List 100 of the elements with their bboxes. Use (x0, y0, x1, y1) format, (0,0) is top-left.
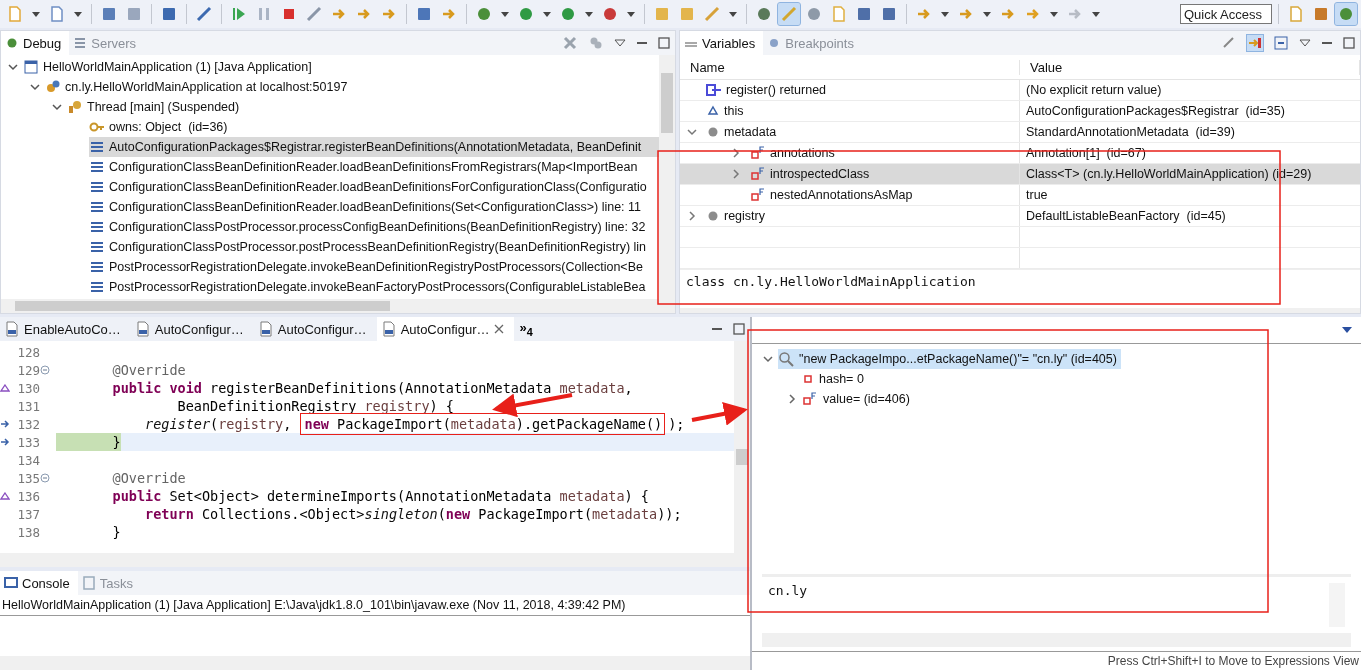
code-line: @Override (111, 362, 186, 378)
status-hint: Press Ctrl+Shift+I to Move to Expressions View (1107, 654, 1359, 668)
tree-item[interactable]: hash= 0 (802, 369, 868, 389)
line-number: 133 (16, 434, 40, 450)
remove-terminated-icon[interactable] (562, 35, 578, 51)
variable-name: nestedAnnotationsAsMap (770, 188, 913, 202)
view-menu-icon[interactable] (1299, 37, 1311, 49)
view-tab[interactable]: Console (0, 571, 78, 595)
stack-frame-icon (89, 259, 105, 275)
stack-frame-icon (89, 219, 105, 235)
more-tabs-button[interactable]: »$_{4}$ (513, 320, 539, 338)
chevron-icon[interactable] (7, 61, 19, 73)
caret-icon[interactable] (1092, 11, 1100, 17)
final-field-icon (802, 391, 818, 407)
stack-frame-icon (89, 179, 105, 195)
tree-item[interactable]: ConfigurationClassBeanDefinitionReader.loadBeanDefinitions(Set<ConfigurationClass>) line: 11 (89, 197, 659, 217)
annotation-arrow (691, 402, 748, 426)
fold-icon[interactable] (40, 473, 50, 483)
variable-row[interactable]: nestedAnnotationsAsMap true (680, 185, 1360, 206)
caret-icon[interactable] (1050, 11, 1058, 17)
private-field-icon (802, 373, 814, 385)
quick-access-field[interactable]: Quick Access (1180, 4, 1272, 24)
stack-pointer-icon (0, 419, 10, 429)
editor-tab[interactable]: AutoConfigur… (376, 317, 514, 341)
horizontal-scrollbar[interactable] (0, 656, 750, 670)
stack-frame-icon (89, 159, 105, 175)
maximize-icon[interactable] (733, 323, 745, 335)
maximize-icon[interactable] (1343, 37, 1355, 49)
variable-value: (No explicit return value) (1026, 83, 1162, 97)
variable-row[interactable]: metadata StandardAnnotationMetadata (id=39) (680, 122, 1360, 143)
variable-row[interactable]: this AutoConfigurationPackages$Registrar (id=35) (680, 101, 1360, 122)
line-number: 137 (16, 506, 40, 522)
code-line: @Override (111, 470, 186, 486)
console-title: HelloWorldMainApplication (1) [Java Application] E:\Java\jdk1.8.0_101\bin\javaw.exe (Nov 11, 2018, 4:39:42 PM) (0, 595, 750, 616)
tree-item[interactable]: HelloWorldMainApplication (1) [Java Application] (23, 57, 659, 77)
maximize-icon[interactable] (658, 37, 670, 49)
tree-item[interactable]: ConfigurationClassBeanDefinitionReader.loadBeanDefinitionsFromRegistrars(Map<ImportBean (89, 157, 659, 177)
view-tab[interactable]: Variables (680, 31, 764, 55)
variable-row[interactable]: registry DefaultListableBeanFactory (id=45) (680, 206, 1360, 227)
tree-item[interactable]: ConfigurationClassPostProcessor.processConfigBeanDefinitions(BeanDefinitionRegistry) line: 32 (89, 217, 659, 237)
dropdown-icon[interactable] (1341, 326, 1353, 334)
view-menu-icon[interactable] (614, 37, 626, 49)
caret-icon[interactable] (74, 11, 82, 17)
chevron-icon[interactable] (730, 168, 742, 180)
chevron-icon[interactable] (29, 81, 41, 93)
chevron-icon[interactable] (686, 126, 698, 138)
caret-icon[interactable] (585, 11, 593, 17)
stack-frame-icon (89, 139, 105, 155)
editor-tab[interactable]: AutoConfigur… (130, 317, 254, 341)
variable-name: metadata (724, 125, 777, 139)
tree-item[interactable]: ConfigurationClassPostProcessor.postProcessBeanDefinitionRegistry(BeanDefinitionRegistry) lin (89, 237, 659, 257)
caret-icon[interactable] (983, 11, 991, 17)
class-file-icon (257, 321, 274, 337)
caret-icon[interactable] (501, 11, 509, 17)
chevron-icon[interactable] (762, 353, 774, 365)
editor-tab[interactable]: AutoConfigur… (253, 317, 377, 341)
final-field-icon (750, 187, 766, 203)
class-file-icon (4, 321, 20, 337)
horizontal-scrollbar[interactable] (1, 299, 675, 313)
stack-frame-icon (89, 239, 105, 255)
variable-name: introspectedClass (770, 167, 870, 181)
tree-item[interactable]: PostProcessorRegistrationDelegate.invokeBeanDefinitionRegistryPostProcessors(Collection<Be (89, 257, 659, 277)
code-line: public Set<Object> determineImports(AnnotationMetadata metadata) { (111, 488, 649, 504)
return-icon (706, 83, 722, 97)
close-icon[interactable] (493, 324, 504, 334)
stack-frame-icon (89, 279, 105, 295)
variable-row[interactable]: register() returned (No explicit return value) (680, 80, 1360, 101)
line-number: 132 (16, 416, 40, 432)
caret-icon[interactable] (941, 11, 949, 17)
caret-icon[interactable] (627, 11, 635, 17)
tree-item[interactable]: AutoConfigurationPackages$Registrar.registerBeanDefinitions(AnnotationMetadata, BeanDefinit (89, 137, 659, 157)
caret-icon[interactable] (543, 11, 551, 17)
column-header[interactable]: Name (680, 59, 1020, 75)
variable-value: StandardAnnotationMetadata (id=39) (1026, 125, 1235, 139)
tree-item[interactable]: cn.ly.HelloWorldMainApplication at localhost:50197 (45, 77, 659, 97)
tree-item[interactable]: "new PackageImpo...etPackageName()"= "cn.ly" (id=405) (778, 349, 1121, 369)
fold-icon[interactable] (40, 365, 50, 375)
tree-item[interactable]: value= (id=406) (802, 389, 914, 409)
chevron-icon[interactable] (786, 393, 798, 405)
variable-name: register() returned (726, 83, 827, 97)
vertical-scrollbar[interactable] (659, 55, 675, 299)
view-tab[interactable]: Debug (1, 31, 70, 55)
caret-icon[interactable] (32, 11, 40, 17)
tree-item[interactable]: owns: Object (id=36) (89, 117, 659, 137)
horizontal-scrollbar[interactable] (0, 553, 750, 567)
tree-item[interactable]: Thread [main] (Suspended) (67, 97, 659, 117)
line-number: 134 (16, 452, 40, 468)
class-file-icon (380, 321, 397, 337)
tree-item[interactable]: PostProcessorRegistrationDelegate.invokeBeanFactoryPostProcessors(ConfigurableListableBea (89, 277, 659, 297)
variable-value: AutoConfigurationPackages$Registrar (id=35) (1026, 104, 1285, 118)
code-line: BeanDefinitionRegistry registry) { (176, 398, 454, 414)
local-variable-icon (706, 125, 720, 139)
stack-frame-icon (89, 199, 105, 215)
chevron-icon[interactable] (51, 101, 63, 113)
chevron-icon[interactable] (686, 210, 698, 222)
editor-tab[interactable]: EnableAutoCo… (0, 317, 131, 341)
tree-item[interactable]: ConfigurationClassBeanDefinitionReader.loadBeanDefinitionsForConfigurationClass(Configuratio (89, 177, 659, 197)
column-header[interactable]: Value (1020, 59, 1360, 75)
chevron-icon[interactable] (730, 147, 742, 159)
caret-icon[interactable] (729, 11, 737, 17)
